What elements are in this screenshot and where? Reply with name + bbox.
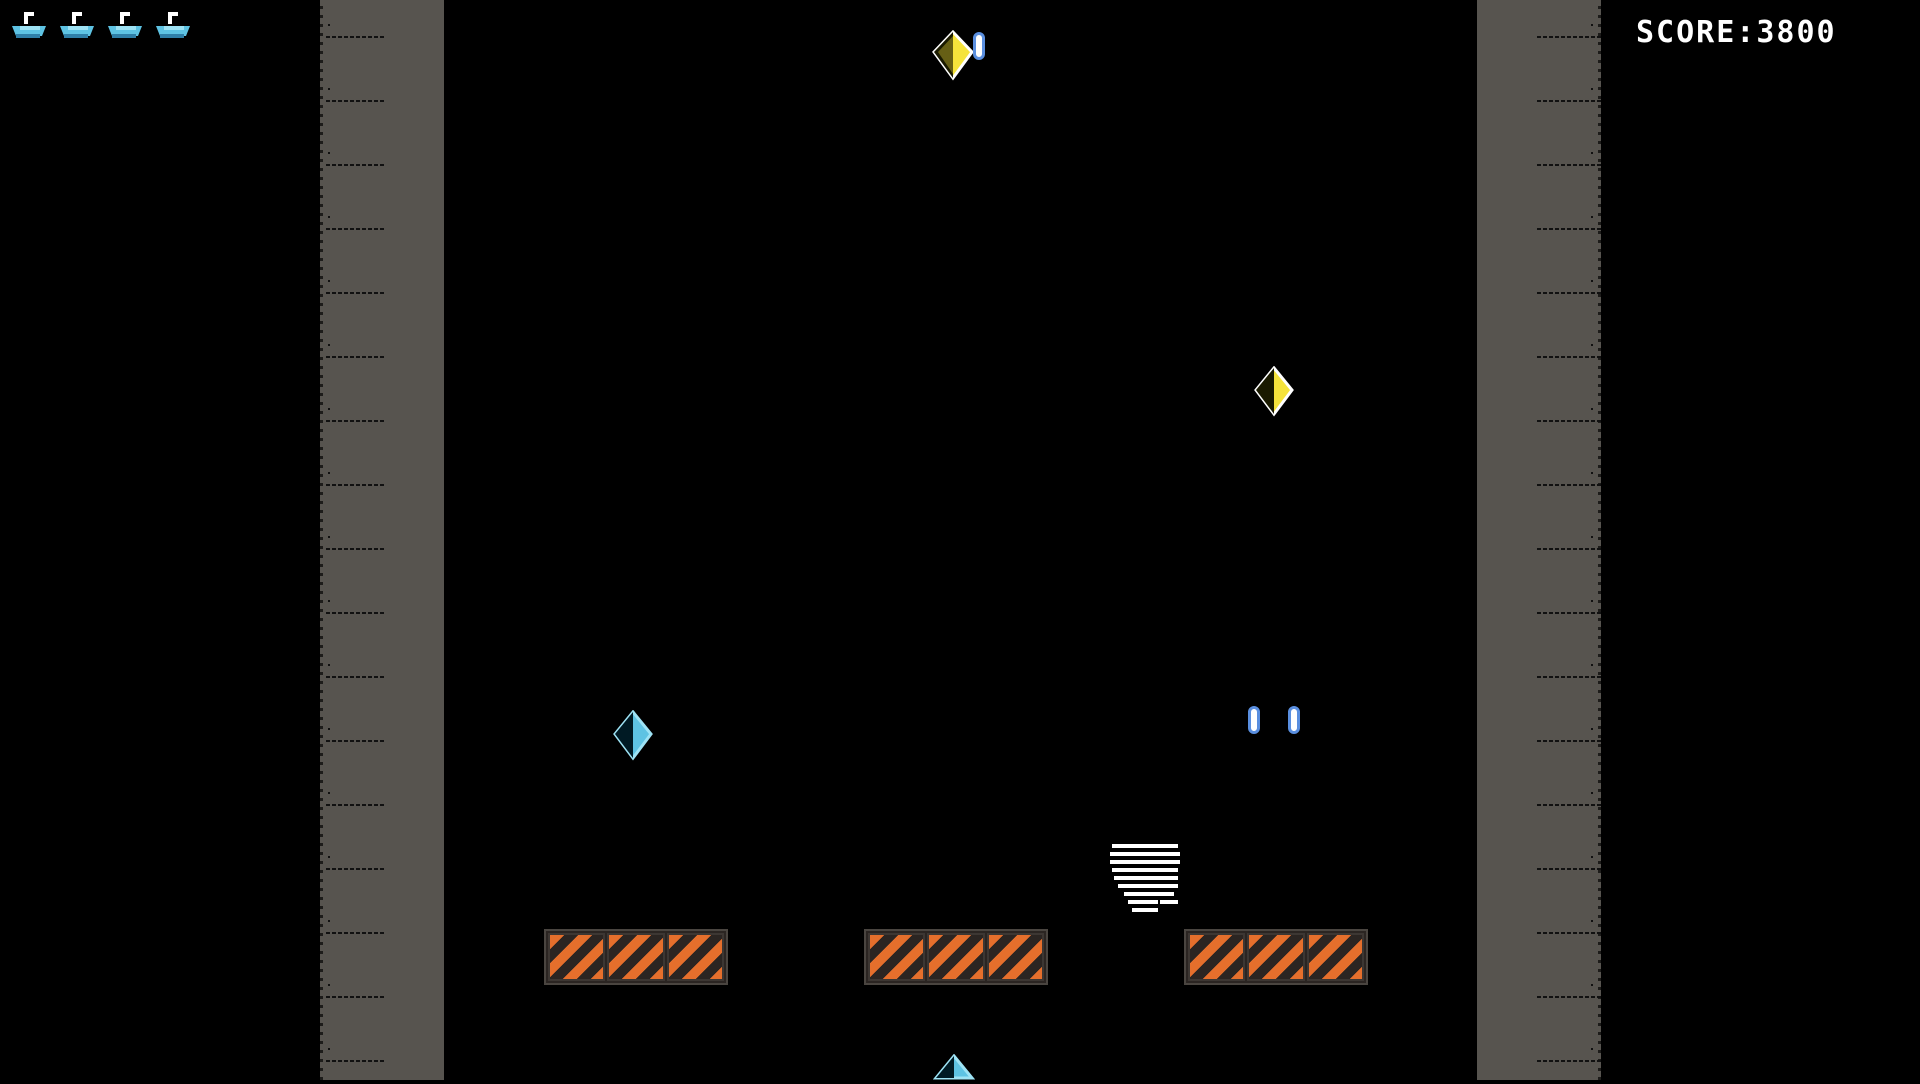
wall-rivet-line (326, 740, 386, 742)
wall-rivet-line (326, 420, 386, 422)
wall-rivet-dot (328, 152, 330, 154)
barrier-segment (986, 933, 1044, 981)
diamond-gem-icon (930, 29, 976, 86)
diamond-gem-icon (1253, 365, 1295, 422)
wall-rivet-line (326, 548, 386, 550)
wall-rivet-line (1537, 100, 1601, 102)
wall-rivet-line (326, 100, 386, 102)
wall-rivet-dot (328, 728, 330, 730)
wall-rivet-dot (328, 216, 330, 218)
wall-rivet-dot (1591, 792, 1593, 794)
wall-rivet-dot (328, 344, 330, 346)
wall-rivet-dot (1591, 216, 1593, 218)
wall-rivet-dot (1591, 152, 1593, 154)
wall-rivet-line (1537, 676, 1601, 678)
barrier-segment (548, 933, 606, 981)
wall-rivet-dot (1591, 664, 1593, 666)
wall-rivet-dot (1591, 408, 1593, 410)
wall-rivet-dot (1591, 1048, 1593, 1050)
wall-rivet-line (326, 228, 386, 230)
wall-rivet-dot (328, 984, 330, 986)
left-wall-edge (320, 0, 323, 1080)
wall-rivet-dot (328, 280, 330, 282)
wall-rivet-dot (328, 24, 330, 26)
score-label: SCORE: (1636, 15, 1757, 50)
wall-rivet-dot (328, 792, 330, 794)
ship-icon (106, 10, 142, 40)
wall-rivet-dot (1591, 280, 1593, 282)
wall-rivet-dot (1591, 920, 1593, 922)
barrier-segment (1306, 933, 1364, 981)
barrier-segment (1247, 933, 1305, 981)
score-value: 3800 (1756, 15, 1837, 50)
wall-rivet-dot (1591, 600, 1593, 602)
wall-rivet-dot (1591, 984, 1593, 986)
wall-rivet-dot (328, 600, 330, 602)
wall-rivet-dot (1591, 88, 1593, 90)
wall-rivet-line (1537, 932, 1601, 934)
wall-rivet-line (1537, 1060, 1601, 1062)
wall-rivet-line (326, 356, 386, 358)
wall-rivet-line (326, 612, 386, 614)
score-display: SCORE: 3800 (1636, 15, 1837, 50)
wall-rivet-dot (1591, 728, 1593, 730)
wall-rivet-dot (1591, 344, 1593, 346)
hazard-barrier-icon (864, 929, 1048, 985)
wall-rivet-dot (1591, 472, 1593, 474)
lives-indicator (10, 10, 190, 40)
wall-rivet-dot (328, 472, 330, 474)
wall-rivet-line (1537, 804, 1601, 806)
striped-player-ship-icon (1110, 842, 1190, 926)
wall-rivet-dot (328, 920, 330, 922)
capsule-bullet-icon (973, 32, 985, 60)
wall-rivet-line (1537, 292, 1601, 294)
wall-rivet-line (326, 676, 386, 678)
wall-rivet-line (326, 1060, 386, 1062)
capsule-bullet-icon (1248, 706, 1260, 734)
wall-rivet-line (1537, 612, 1601, 614)
right-wall-edge (1598, 0, 1601, 1080)
right-wall (1477, 0, 1601, 1080)
left-wall (320, 0, 444, 1080)
wall-rivet-line (1537, 548, 1601, 550)
ship-icon (10, 10, 46, 40)
wall-rivet-line (326, 804, 386, 806)
wall-rivet-dot (1591, 24, 1593, 26)
barrier-segment (607, 933, 665, 981)
wall-rivet-dot (328, 664, 330, 666)
wall-rivet-line (326, 164, 386, 166)
wall-rivet-line (1537, 164, 1601, 166)
wall-rivet-dot (328, 1048, 330, 1050)
wall-rivet-dot (1591, 856, 1593, 858)
wall-rivet-line (1537, 740, 1601, 742)
barrier-segment (1188, 933, 1246, 981)
barrier-segment (666, 933, 724, 981)
hazard-barrier-icon (544, 929, 728, 985)
wall-rivet-line (1537, 484, 1601, 486)
wall-rivet-dot (328, 408, 330, 410)
wall-rivet-line (326, 996, 386, 998)
wall-rivet-dot (328, 536, 330, 538)
wall-rivet-dot (328, 88, 330, 90)
wall-rivet-line (326, 292, 386, 294)
wall-rivet-line (1537, 228, 1601, 230)
wall-rivet-dot (328, 856, 330, 858)
wall-rivet-line (1537, 36, 1601, 38)
wall-rivet-line (326, 868, 386, 870)
wall-rivet-line (1537, 356, 1601, 358)
wall-rivet-dot (1591, 536, 1593, 538)
wall-rivet-line (1537, 868, 1601, 870)
wall-rivet-line (326, 36, 386, 38)
ship-icon (58, 10, 94, 40)
barrier-segment (868, 933, 926, 981)
hazard-barrier-icon (1184, 929, 1368, 985)
wall-rivet-line (1537, 996, 1601, 998)
capsule-bullet-icon (1288, 706, 1300, 734)
ship-icon (154, 10, 190, 40)
wall-rivet-line (326, 484, 386, 486)
wall-rivet-line (1537, 420, 1601, 422)
barrier-segment (927, 933, 985, 981)
wall-rivet-line (326, 932, 386, 934)
diamond-gem-icon (612, 709, 654, 766)
